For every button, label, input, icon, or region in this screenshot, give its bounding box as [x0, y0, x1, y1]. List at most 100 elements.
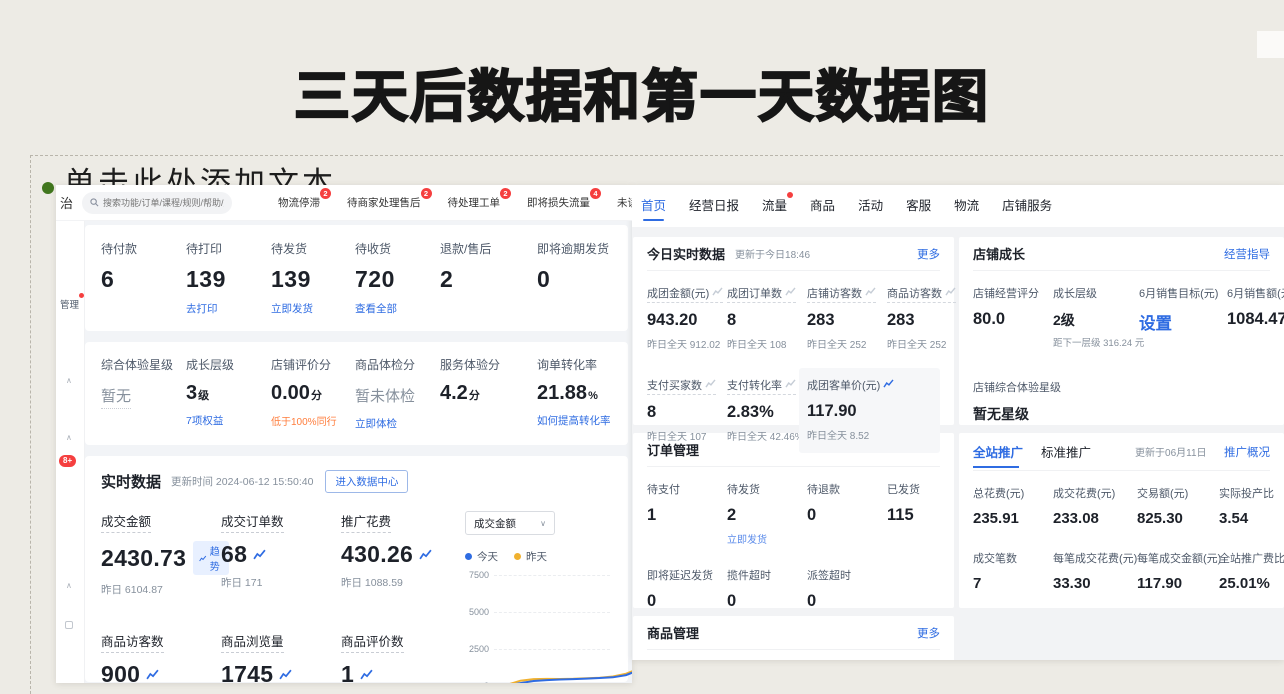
trend-chart-icon[interactable] [146, 669, 159, 680]
nav-pending-ticket[interactable]: 待处理工单2 [448, 195, 501, 210]
shop-growth-card: 店铺成长 经营指导 店铺经营评分 80.0 成长层级 2级 距下一层级 316.… [959, 237, 1284, 425]
metric-group-orders: 成团订单数 8 昨日全天 108 [727, 284, 807, 351]
metric-product-views: 商品浏览量 1745 昨日 4288 [221, 631, 341, 683]
ship-now-link[interactable]: 立即发货 [727, 531, 767, 546]
metric-service-score: 服务体验分 4.2分 [440, 356, 537, 432]
metric-awaiting-ship: 待发货 2 立即发货 [727, 480, 807, 548]
today-realtime-card: 今日实时数据 更新于今日18:46 更多 成团金额(元) 943.20 昨日全天… [633, 237, 954, 425]
metric-product-visitors: 商品访客数 900 昨日 2184 [101, 631, 221, 683]
nav-logistics-stalled[interactable]: 物流停滞2 [278, 195, 320, 210]
chevron-up-icon[interactable]: ∧ [66, 433, 72, 442]
nav-unread-messages[interactable]: 未读站内信66 [617, 195, 632, 210]
badge-count: 2 [500, 188, 511, 199]
improve-conversion-link[interactable]: 如何提高转化率 [537, 413, 611, 428]
shop-experience-card: 综合体验星级 暂无 成长层级 3级 7项权益 店铺评价分 0.00分 低于100… [85, 342, 628, 445]
metric-roi: 实际投产比 3.54 [1219, 484, 1274, 527]
below-peers-warning: 低于100%同行 [271, 413, 337, 428]
realtime-data-card: 实时数据 更新时间 2024-06-12 15:50:40 进入数据中心 成交金… [85, 456, 628, 682]
trend-chart-icon[interactable] [705, 379, 716, 388]
order-management-card: 订单管理 待支付 1 待发货 2 立即发货 待退款 [633, 433, 954, 608]
metric-deal-spend: 成交花费(元) 233.08 [1053, 484, 1137, 527]
tab-shop-services[interactable]: 店铺服务 [1002, 195, 1052, 227]
metric-pay-conversion: 支付转化率 2.83% 昨日全天 42.46% [727, 376, 807, 443]
tab-standard-promo[interactable]: 标准推广 [1041, 430, 1091, 473]
more-link[interactable]: 更多 [917, 246, 940, 262]
line-chart: 7500 5000 2500 0 00:00 04:00 08:00 [465, 570, 612, 683]
metric-amount-per-deal: 每笔成交金额(元) 117.90 [1137, 549, 1219, 592]
metric-shipped: 已发货 115 [887, 480, 940, 548]
nav-traffic-loss[interactable]: 即将损失流量4 [527, 195, 590, 210]
metric-gmv: 成交金额 2430.73 趋势 昨日 6104.87 [101, 511, 221, 599]
trend-chart-icon[interactable] [279, 669, 292, 680]
chevron-up-icon[interactable]: ∧ [66, 581, 72, 590]
sidebar-red-dot [79, 293, 84, 298]
left-main-area: 待付款 6 待打印 139 去打印 待发货 139 立即发货 待收货 720 查… [85, 221, 632, 683]
metric-to-ship: 待发货 139 立即发货 [271, 240, 355, 317]
metric-inquiry-conversion: 询单转化率 21.88% 如何提高转化率 [537, 356, 632, 432]
left-topbar: 治 物流停滞2 待商家处理售后2 待处理工单2 即将损失流量4 未读站内信66 … [56, 185, 632, 221]
metric-product-visitors: 商品访客数 283 昨日全天 252 [887, 284, 956, 351]
trend-chart-icon[interactable] [865, 287, 876, 296]
metric-growth-level: 成长层级 2级 距下一层级 316.24 元 [1053, 284, 1139, 349]
slide-title: 三天后数据和第一天数据图 [0, 52, 1284, 133]
orders-summary-card: 待付款 6 待打印 139 去打印 待发货 139 立即发货 待收货 720 查… [85, 225, 628, 331]
metric-promo-spend: 推广花费 430.26 昨日 1088.59 [341, 511, 459, 599]
rights-link[interactable]: 7项权益 [186, 413, 223, 428]
metric-overdue-ship: 即将逾期发货 0 [537, 240, 632, 317]
metric-group-amount: 成团金额(元) 943.20 昨日全天 912.02 [647, 284, 727, 351]
metric-awaiting-refund: 待退款 0 [807, 480, 887, 548]
search-box[interactable] [82, 192, 232, 214]
sidebar-item-manage[interactable]: 管理 [60, 297, 79, 311]
tab-daily-report[interactable]: 经营日报 [689, 195, 739, 227]
tab-service[interactable]: 客服 [906, 195, 931, 227]
go-print-link[interactable]: 去打印 [186, 301, 218, 316]
sidebar-icon-fragment [65, 621, 73, 629]
metric-paying-buyers: 支付买家数 8 昨日全天 107 [647, 376, 727, 443]
tab-sitewide-promo[interactable]: 全站推广 [973, 430, 1023, 473]
right-right-column: 店铺成长 经营指导 店铺经营评分 80.0 成长层级 2级 距下一层级 316.… [959, 237, 1284, 616]
right-top-nav: 首页 经营日报 流量 商品 活动 客服 物流 店铺服务 [632, 185, 1284, 227]
metric-shop-visitors: 店铺访客数 283 昨日全天 252 [807, 284, 887, 351]
metric-avg-order-value: 成团客单价(元) 117.90 昨日全天 8.52 [799, 368, 940, 453]
chart-legend: 今天 昨天 [465, 549, 612, 564]
tab-activities[interactable]: 活动 [858, 195, 883, 227]
trend-chart-icon[interactable] [712, 287, 723, 296]
legend-today[interactable]: 今天 [465, 549, 498, 564]
metric-pending-payment: 待付款 6 [101, 240, 186, 317]
metric-deal-count: 成交笔数 7 [973, 549, 1053, 592]
trend-chart-icon[interactable] [419, 549, 432, 560]
trend-chart-icon[interactable] [785, 379, 796, 388]
guidance-link[interactable]: 经营指导 [1224, 246, 1270, 262]
tab-products[interactable]: 商品 [810, 195, 835, 227]
trend-chart-icon[interactable] [785, 287, 796, 296]
badge-count: 4 [590, 188, 601, 199]
metric-to-receive: 待收货 720 查看全部 [355, 240, 440, 317]
nav-pending-aftersale[interactable]: 待商家处理售后2 [347, 195, 421, 210]
realtime-metrics: 成交金额 2430.73 趋势 昨日 6104.87 成交订单数 68 昨日 1… [101, 511, 459, 683]
trend-chart-icon[interactable] [360, 669, 373, 680]
left-topbar-nav: 物流停滞2 待商家处理售后2 待处理工单2 即将损失流量4 未读站内信66 [278, 195, 632, 210]
tab-home[interactable]: 首页 [641, 195, 666, 227]
set-target-link[interactable]: 设置 [1139, 310, 1227, 334]
trend-chart-icon[interactable] [945, 287, 956, 296]
metric-delay-ship: 即将延迟发货 0 [647, 566, 727, 611]
data-center-button[interactable]: 进入数据中心 [325, 470, 408, 493]
chevron-up-icon[interactable]: ∧ [66, 376, 72, 385]
tab-traffic[interactable]: 流量 [762, 195, 787, 227]
metric-delivery-timeout: 派签超时 0 [807, 566, 887, 611]
metric-spend-per-deal: 每笔成交花费(元) 33.30 [1053, 549, 1137, 592]
trend-chart-icon[interactable] [883, 379, 894, 388]
more-link[interactable]: 更多 [917, 625, 940, 641]
ship-now-link[interactable]: 立即发货 [271, 301, 313, 316]
legend-yesterday[interactable]: 昨天 [514, 549, 547, 564]
trend-chart-icon[interactable] [253, 549, 266, 560]
red-dot [787, 192, 793, 198]
chart-metric-select[interactable]: 成交金额 ∨ [465, 511, 555, 535]
metric-refund-aftersale: 退款/售后 2 [440, 240, 537, 317]
promo-overview-link[interactable]: 推广概况 [1224, 444, 1270, 460]
view-all-link[interactable]: 查看全部 [355, 301, 397, 316]
search-input[interactable] [103, 198, 224, 208]
check-now-link[interactable]: 立即体检 [355, 416, 397, 431]
left-dashboard-screenshot: 治 物流停滞2 待商家处理售后2 待处理工单2 即将损失流量4 未读站内信66 … [56, 185, 632, 683]
tab-logistics[interactable]: 物流 [954, 195, 979, 227]
